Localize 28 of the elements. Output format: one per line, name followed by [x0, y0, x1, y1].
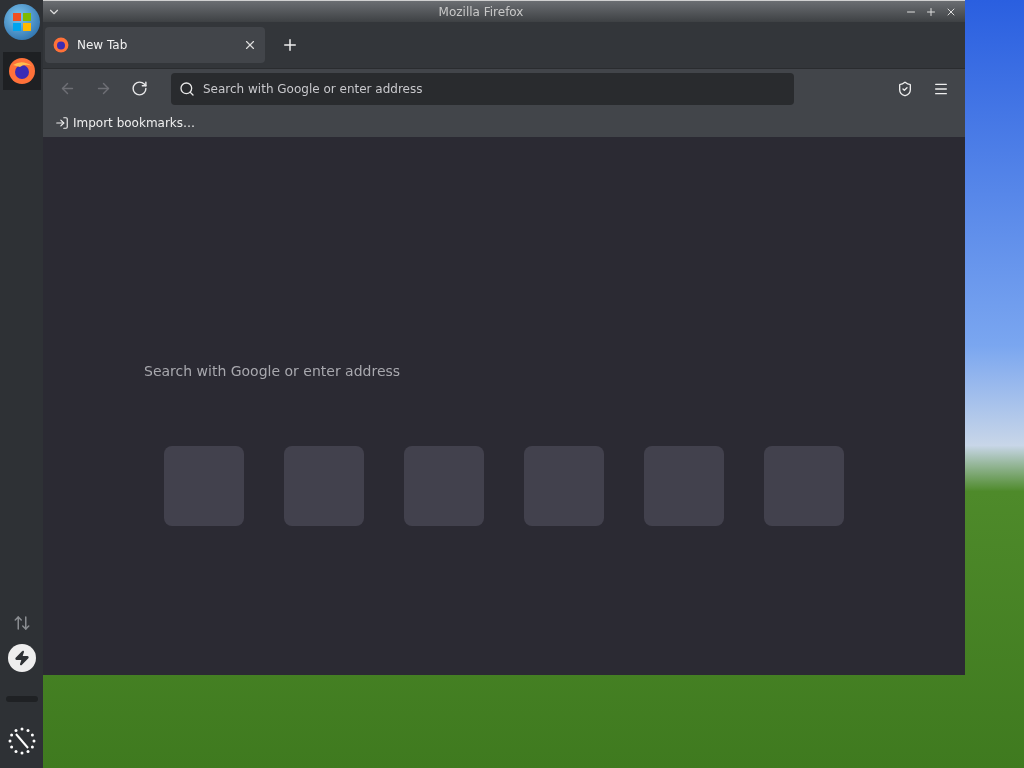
shortcut-tile[interactable] — [284, 446, 364, 526]
close-tab-icon[interactable] — [243, 38, 257, 52]
maximize-icon[interactable] — [925, 5, 937, 18]
new-tab-search-field[interactable]: Search with Google or enter address — [144, 359, 864, 383]
import-icon — [55, 115, 69, 130]
shortcut-tile[interactable] — [524, 446, 604, 526]
clock-icon[interactable] — [6, 726, 37, 756]
reload-icon — [130, 80, 148, 97]
shortcut-tile[interactable] — [404, 446, 484, 526]
new-tab-icon[interactable] — [281, 36, 299, 54]
window-title: Mozilla Firefox — [437, 3, 525, 21]
search-icon — [179, 80, 195, 97]
shortcut-tile[interactable] — [164, 446, 244, 526]
lightning-icon — [13, 650, 30, 666]
start-menu-button[interactable] — [3, 4, 40, 40]
firefox-logo-icon — [53, 37, 69, 53]
network-icon[interactable] — [12, 614, 31, 632]
firefox-taskbar-button[interactable] — [2, 52, 41, 90]
firefox-logo-icon — [7, 57, 36, 85]
address-bar[interactable]: Search with Google or enter address — [171, 72, 794, 105]
power-button[interactable] — [7, 644, 36, 672]
windows-logo-icon — [11, 12, 32, 32]
import-bookmarks-button[interactable]: Import bookmarks… — [55, 113, 196, 132]
browser-tab[interactable]: New Tab — [45, 27, 265, 63]
shortcut-tile[interactable] — [644, 446, 724, 526]
address-input[interactable]: Search with Google or enter address — [203, 79, 786, 98]
tab-title: New Tab — [77, 37, 129, 54]
shortcut-tile[interactable] — [764, 446, 844, 526]
